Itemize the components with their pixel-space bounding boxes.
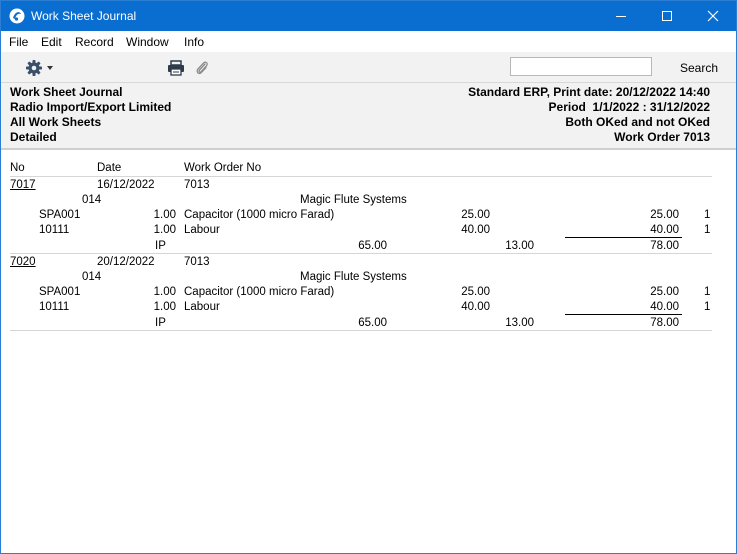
customer-code: 014	[82, 194, 102, 206]
row-sum: 25.00	[650, 286, 679, 298]
chevron-down-icon[interactable]	[47, 66, 53, 70]
unit-price: 25.00	[461, 209, 490, 221]
gear-icon[interactable]	[25, 59, 43, 80]
total-amount: 78.00	[650, 317, 679, 329]
item-code: 10111	[39, 224, 70, 236]
item-description: Labour	[184, 224, 220, 236]
detail-level-label: Detailed	[10, 130, 57, 144]
divider	[10, 176, 712, 177]
column-header-no: No	[10, 162, 25, 174]
vat-amount: 13.00	[505, 240, 534, 252]
work-order-number: 7013	[184, 179, 210, 191]
column-header-work-order-no: Work Order No	[184, 162, 262, 174]
item-code: SPA001	[39, 209, 81, 221]
printer-icon[interactable]	[167, 60, 185, 79]
row-sum: 40.00	[650, 301, 679, 313]
vat-code: IP	[155, 317, 166, 329]
customer-name: Magic Flute Systems	[300, 194, 407, 206]
report-window: Work Sheet Journal File Edit Record Wind…	[0, 0, 737, 554]
customer-code: 014	[82, 271, 102, 283]
subtotal-line	[565, 237, 682, 238]
quantity: 1.00	[153, 286, 176, 298]
row-sum: 40.00	[650, 224, 679, 236]
menu-file[interactable]: File	[9, 35, 28, 49]
paperclip-icon[interactable]	[195, 59, 209, 80]
row-flag: 1	[704, 301, 711, 313]
search-input[interactable]	[510, 57, 652, 76]
vat-code: IP	[155, 240, 166, 252]
unit-price: 40.00	[461, 301, 490, 313]
net-amount: 65.00	[358, 317, 387, 329]
period-label: Period 1/1/2022 : 31/12/2022	[548, 100, 710, 114]
item-code: SPA001	[39, 286, 81, 298]
total-amount: 78.00	[650, 240, 679, 252]
menu-bar: File Edit Record Window Info	[1, 31, 736, 52]
work-order-filter: Work Order 7013	[614, 130, 710, 144]
app-logo-icon	[9, 8, 25, 24]
search-button[interactable]: Search	[680, 61, 718, 75]
company-name: Radio Import/Export Limited	[10, 100, 172, 114]
item-description: Capacitor (1000 micro Farad)	[184, 209, 335, 221]
maximize-button[interactable]	[644, 1, 690, 31]
row-sum: 25.00	[650, 209, 679, 221]
menu-record[interactable]: Record	[75, 35, 114, 49]
divider	[10, 253, 712, 254]
title-bar[interactable]: Work Sheet Journal	[1, 1, 736, 31]
report-header: Work Sheet Journal Radio Import/Export L…	[1, 83, 736, 150]
report-title: Work Sheet Journal	[10, 85, 123, 99]
worksheet-number-link[interactable]: 7020	[10, 256, 36, 269]
quantity: 1.00	[153, 224, 176, 236]
row-flag: 1	[704, 286, 711, 298]
quantity: 1.00	[153, 209, 176, 221]
worksheet-date: 20/12/2022	[97, 256, 155, 268]
customer-name: Magic Flute Systems	[300, 271, 407, 283]
row-flag: 1	[704, 224, 711, 236]
close-button[interactable]	[690, 1, 736, 31]
item-code: 10111	[39, 301, 70, 313]
window-title: Work Sheet Journal	[31, 9, 137, 23]
vat-amount: 13.00	[505, 317, 534, 329]
worksheet-date: 16/12/2022	[97, 179, 155, 191]
worksheet-number-link[interactable]: 7017	[10, 179, 36, 192]
item-description: Labour	[184, 301, 220, 313]
selection-label: All Work Sheets	[10, 115, 102, 129]
toolbar: Search	[1, 52, 736, 83]
item-description: Capacitor (1000 micro Farad)	[184, 286, 335, 298]
ok-status-label: Both OKed and not OKed	[565, 115, 710, 129]
column-header-date: Date	[97, 162, 122, 174]
row-flag: 1	[704, 209, 711, 221]
menu-window[interactable]: Window	[126, 35, 169, 49]
quantity: 1.00	[153, 301, 176, 313]
subtotal-line	[565, 314, 682, 315]
menu-info[interactable]: Info	[184, 35, 204, 49]
unit-price: 40.00	[461, 224, 490, 236]
divider	[10, 330, 712, 331]
net-amount: 65.00	[358, 240, 387, 252]
menu-edit[interactable]: Edit	[41, 35, 62, 49]
work-order-number: 7013	[184, 256, 210, 268]
unit-price: 25.00	[461, 286, 490, 298]
minimize-button[interactable]	[598, 1, 644, 31]
report-body: No Date Work Order No 7017 16/12/2022 70…	[1, 152, 736, 553]
print-date: Standard ERP, Print date: 20/12/2022 14:…	[468, 85, 710, 99]
